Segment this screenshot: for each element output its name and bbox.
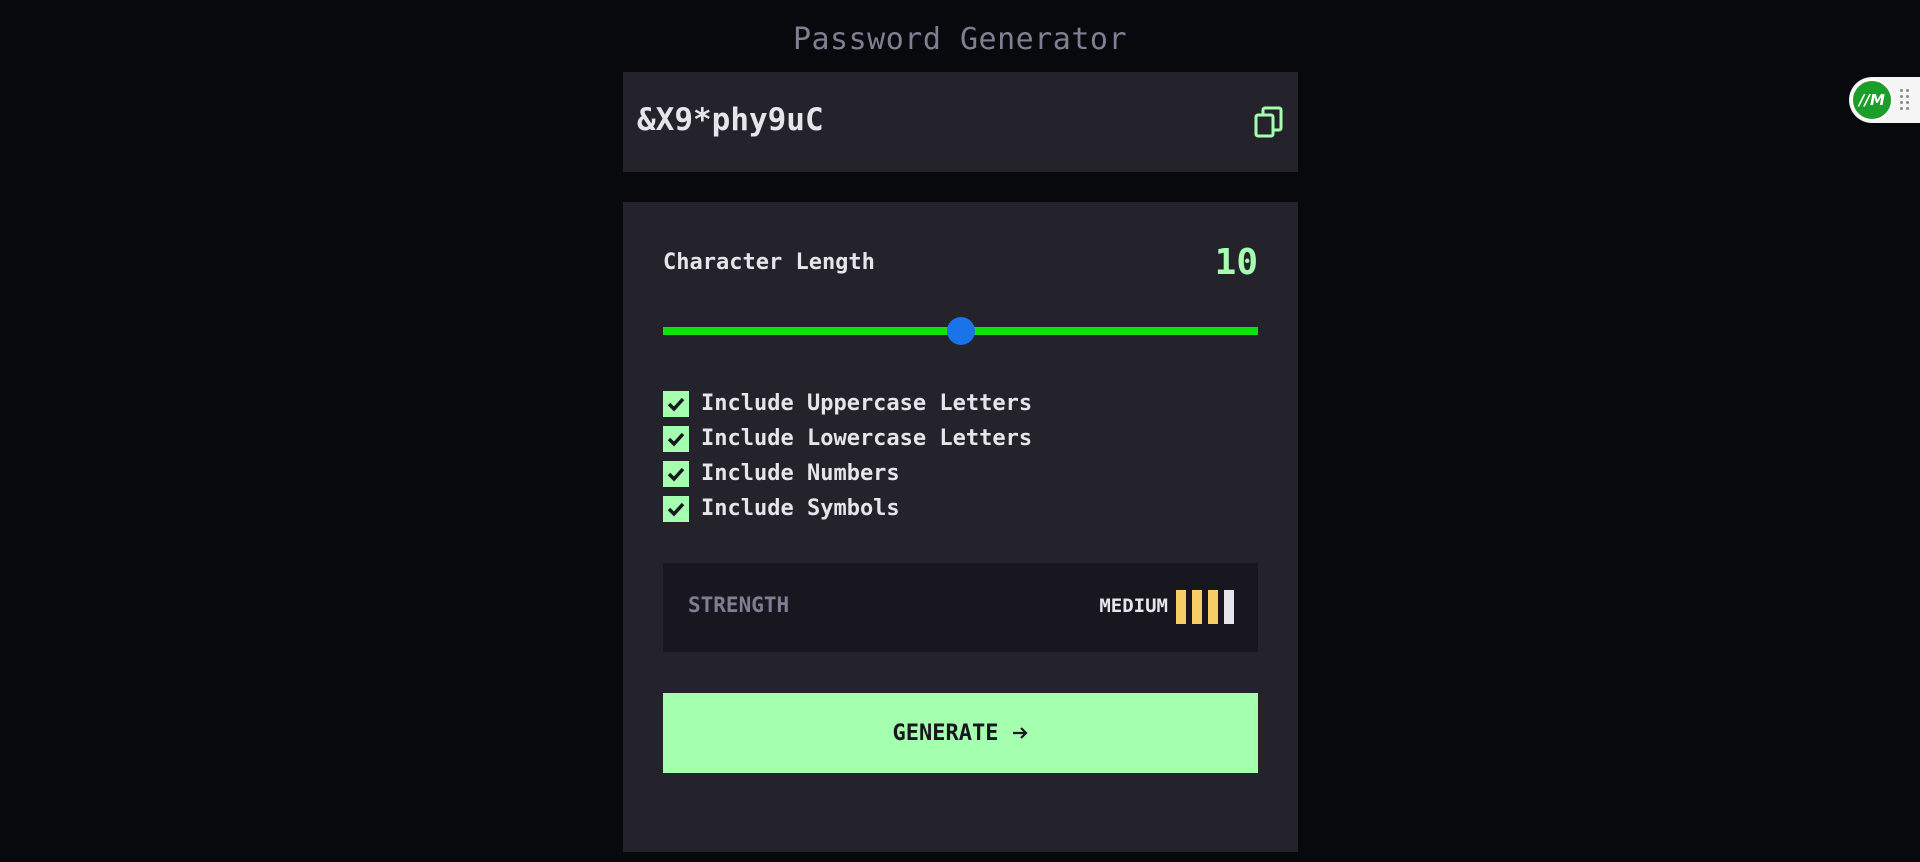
strength-bar	[1224, 590, 1234, 624]
strength-bar	[1208, 590, 1218, 624]
symbols-checkbox[interactable]	[663, 495, 689, 522]
length-slider[interactable]	[663, 317, 1258, 345]
numbers-checkbox[interactable]	[663, 460, 689, 487]
option-symbols[interactable]: Include Symbols	[663, 491, 1032, 526]
password-value: &X9*phy9uC	[637, 102, 824, 138]
lowercase-checkbox[interactable]	[663, 425, 689, 452]
strength-bars	[1176, 590, 1234, 624]
generate-label: GENERATE	[892, 720, 999, 746]
check-icon	[667, 502, 685, 517]
length-slider-thumb[interactable]	[946, 317, 975, 345]
option-lowercase[interactable]: Include Lowercase Letters	[663, 421, 1032, 456]
grip-icon[interactable]	[1899, 89, 1911, 111]
generate-button[interactable]: GENERATE	[663, 693, 1258, 773]
options-list: Include Uppercase Letters Include Lowerc…	[663, 386, 1032, 526]
extension-widget[interactable]: //M	[1849, 77, 1920, 123]
option-numbers[interactable]: Include Numbers	[663, 456, 1032, 491]
option-uppercase[interactable]: Include Uppercase Letters	[663, 386, 1032, 421]
copy-button[interactable]	[1254, 106, 1284, 138]
strength-bar	[1176, 590, 1186, 624]
check-icon	[667, 397, 685, 412]
strength-label: STRENGTH	[688, 593, 790, 617]
numbers-label: Include Numbers	[701, 461, 900, 486]
settings-panel: Character Length 10 Include Uppercase Le…	[623, 202, 1298, 852]
page-title: Password Generator	[792, 22, 1128, 57]
strength-level: MEDIUM	[1099, 595, 1168, 617]
extension-logo[interactable]: //M	[1851, 79, 1893, 121]
check-icon	[667, 467, 685, 482]
arrow-right-icon	[1013, 727, 1029, 739]
uppercase-checkbox[interactable]	[663, 390, 689, 417]
symbols-label: Include Symbols	[701, 496, 900, 521]
character-length-value: 10	[1214, 242, 1258, 283]
strength-bar	[1192, 590, 1202, 624]
uppercase-label: Include Uppercase Letters	[701, 391, 1033, 416]
strength-meter: STRENGTH MEDIUM	[663, 563, 1258, 652]
copy-icon	[1254, 106, 1283, 138]
check-icon	[667, 432, 685, 447]
character-length-label: Character Length	[663, 250, 875, 275]
password-display: &X9*phy9uC	[623, 72, 1298, 172]
lowercase-label: Include Lowercase Letters	[701, 426, 1033, 451]
